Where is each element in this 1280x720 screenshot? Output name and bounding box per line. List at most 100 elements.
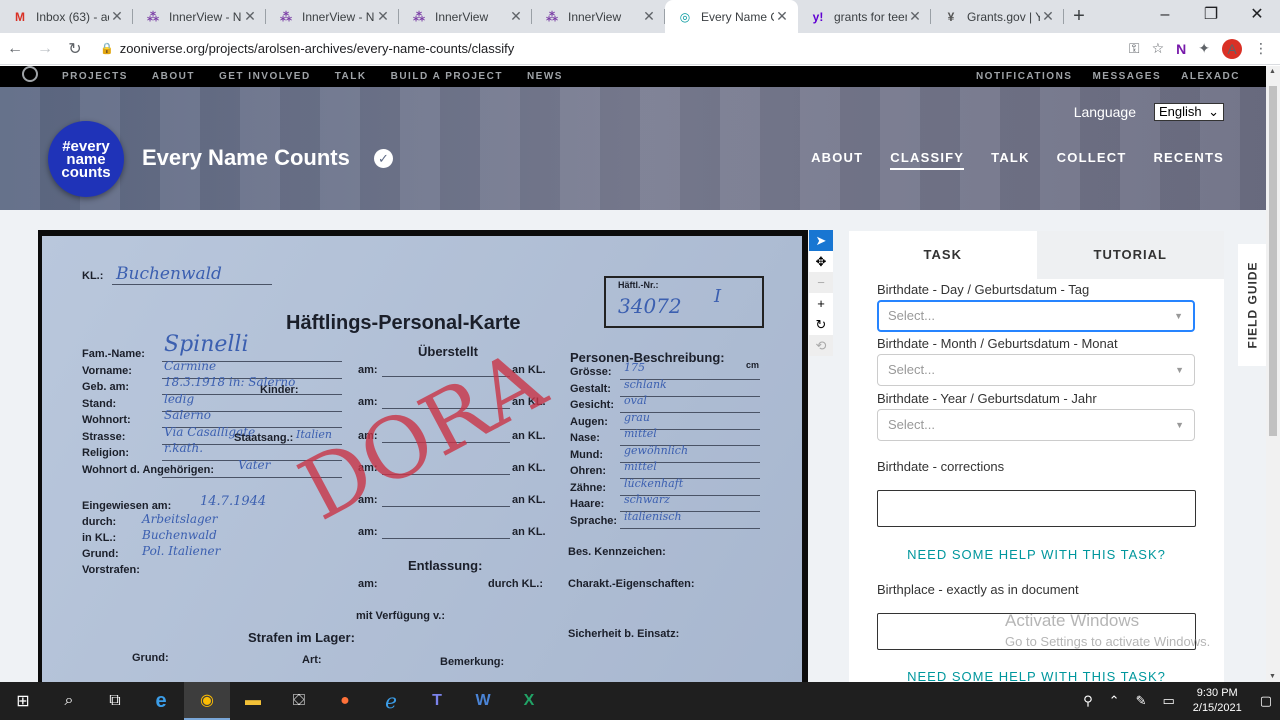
close-tab-icon[interactable]: ✕ — [774, 8, 790, 25]
notifications-icon[interactable]: ▢ — [1260, 693, 1272, 709]
internet-explorer-icon[interactable]: ℯ — [368, 682, 414, 720]
close-tab-icon[interactable]: ✕ — [508, 8, 524, 25]
file-explorer-icon[interactable]: ▬ — [230, 682, 276, 720]
card-field-label: Wohnort: — [82, 414, 131, 426]
address-bar[interactable]: 🔒 zooniverse.org/projects/arolsen-archiv… — [100, 35, 1129, 63]
extensions-icon[interactable]: ✦ — [1198, 40, 1210, 57]
pen-icon[interactable]: ✎ — [1136, 693, 1147, 709]
search-icon[interactable]: ⌕ — [46, 682, 92, 720]
close-tab-icon[interactable]: ✕ — [109, 8, 125, 25]
store-icon[interactable]: ⛋ — [276, 682, 322, 720]
task-view-icon[interactable]: ⧉ — [92, 682, 138, 720]
zooniverse-nav-link[interactable]: PROJECTS — [62, 71, 128, 82]
zoom-out-icon[interactable]: − — [809, 272, 833, 293]
close-window-icon[interactable]: ✕ — [1234, 0, 1280, 30]
new-tab-button[interactable]: + — [1064, 0, 1094, 33]
maximize-icon[interactable]: ❐ — [1188, 0, 1234, 30]
firefox-icon[interactable]: ● — [322, 682, 368, 720]
clock[interactable]: 9:30 PM 2/15/2021 — [1193, 686, 1242, 716]
card-field-value: Spinelli — [164, 332, 249, 357]
browser-tab[interactable]: M Inbox (63) - ad ✕ — [0, 0, 133, 33]
card-field-value: mittel — [624, 460, 657, 473]
close-tab-icon[interactable]: ✕ — [1040, 8, 1056, 25]
help-link[interactable]: NEED SOME HELP WITH THIS TASK? — [849, 669, 1224, 682]
project-nav-about[interactable]: ABOUT — [811, 150, 863, 170]
zooniverse-nav-link[interactable]: ALEXADC — [1181, 71, 1240, 82]
teams-icon[interactable]: T — [414, 682, 460, 720]
zooniverse-nav-link[interactable]: NEWS — [527, 71, 563, 82]
browser-tab[interactable]: ⁂ InnerView - Na ✕ — [266, 0, 399, 33]
tab-tutorial[interactable]: TUTORIAL — [1036, 231, 1224, 279]
forward-icon[interactable]: → — [30, 40, 60, 58]
key-icon[interactable]: ⚿ — [1129, 40, 1140, 57]
birthdate-month-select[interactable]: Select... ▼ — [877, 354, 1195, 386]
browser-tab[interactable]: ⁂ InnerView - Na ✕ — [133, 0, 266, 33]
zooniverse-nav-link[interactable]: BUILD A PROJECT — [391, 71, 503, 82]
windows-start-icon[interactable]: ⊞ — [0, 682, 46, 720]
activate-windows-watermark: Activate Windows Go to Settings to activ… — [1005, 611, 1211, 649]
close-tab-icon[interactable]: ✕ — [375, 8, 391, 25]
edge-icon[interactable]: e — [138, 682, 184, 720]
project-nav-classify[interactable]: CLASSIFY — [890, 150, 965, 170]
card-field-value: grau — [624, 410, 650, 424]
project-nav-collect[interactable]: COLLECT — [1057, 150, 1127, 170]
scroll-down-icon[interactable]: ▼ — [1269, 673, 1276, 680]
reload-icon[interactable]: ↻ — [60, 39, 90, 59]
word-icon[interactable]: W — [460, 682, 506, 720]
minimize-icon[interactable]: – — [1142, 0, 1188, 30]
card-field-label: Ohren: — [570, 465, 607, 477]
scrollbar-thumb[interactable] — [1269, 86, 1277, 436]
reset-icon[interactable]: ⟲ — [809, 335, 833, 356]
browser-tab[interactable]: ⁂ InnerView ✕ — [399, 0, 532, 33]
birthdate-year-select[interactable]: Select... ▼ — [877, 409, 1195, 441]
browser-tab[interactable]: ⁂ InnerView ✕ — [532, 0, 665, 33]
excel-icon[interactable]: X — [506, 682, 552, 720]
project-nav-talk[interactable]: TALK — [991, 150, 1030, 170]
zooniverse-logo-icon[interactable] — [22, 66, 38, 82]
close-tab-icon[interactable]: ✕ — [641, 8, 657, 25]
card-field-label: Augen: — [570, 415, 608, 428]
onenote-icon[interactable]: N — [1176, 41, 1186, 57]
help-link[interactable]: NEED SOME HELP WITH THIS TASK? — [849, 547, 1224, 562]
subject-viewer[interactable]: KL.: Buchenwald Häftl.-Nr.: 34072 I Häft… — [38, 230, 808, 682]
project-nav-recents[interactable]: RECENTS — [1153, 150, 1224, 170]
project-title[interactable]: Every Name Counts — [142, 145, 350, 171]
tab-task[interactable]: TASK — [849, 231, 1037, 279]
zooniverse-nav-link[interactable]: TALK — [335, 71, 367, 82]
rotate-icon[interactable]: ↻ — [809, 314, 833, 335]
page-viewport: PROJECTS ABOUT GET INVOLVED TALK BUILD A PRO… — [0, 66, 1266, 682]
zoom-in-icon[interactable]: + — [809, 293, 833, 314]
scroll-up-icon[interactable]: ▲ — [1269, 68, 1276, 75]
back-icon[interactable]: ← — [0, 40, 30, 58]
prisoner-card-image[interactable]: KL.: Buchenwald Häftl.-Nr.: 34072 I Häft… — [42, 236, 802, 682]
task-tabs: TASK TUTORIAL — [849, 231, 1224, 279]
language-select[interactable]: English ⌄ — [1154, 103, 1224, 121]
zooniverse-nav-link[interactable]: MESSAGES — [1092, 71, 1161, 82]
project-logo[interactable]: #every name counts — [48, 121, 124, 197]
zooniverse-nav-link[interactable]: ABOUT — [152, 71, 195, 82]
zooniverse-nav-link[interactable]: GET INVOLVED — [219, 71, 311, 82]
chrome-icon[interactable]: ◉ — [184, 682, 230, 720]
gmail-icon: M — [15, 9, 25, 24]
browser-tab[interactable]: ◎ Every Name C ✕ — [665, 0, 798, 33]
network-icon[interactable]: ▭ — [1162, 693, 1174, 709]
birthdate-corrections-textarea[interactable] — [877, 490, 1196, 527]
pointer-icon[interactable]: ➤ — [809, 230, 833, 251]
browser-tab[interactable]: ¥ Grants.gov | Yo ✕ — [931, 0, 1064, 33]
bookmark-star-icon[interactable]: ☆ — [1152, 40, 1165, 57]
page-scrollbar[interactable]: ▲ ▼ — [1266, 66, 1280, 682]
card-field-label: Grösse: — [570, 366, 612, 378]
card-title: Häftlings-Personal-Karte — [286, 312, 521, 334]
tray-chevron-icon[interactable]: ⌃ — [1109, 693, 1120, 709]
profile-avatar[interactable]: A — [1222, 38, 1242, 59]
close-tab-icon[interactable]: ✕ — [242, 8, 258, 25]
move-icon[interactable]: ✥ — [809, 251, 833, 272]
yahoo-icon: y! — [812, 9, 824, 24]
menu-icon[interactable]: ⋮ — [1254, 40, 1268, 57]
close-tab-icon[interactable]: ✕ — [907, 8, 923, 25]
field-guide-button[interactable]: FIELD GUIDE — [1238, 244, 1266, 366]
browser-tab[interactable]: y! grants for teen ✕ — [798, 0, 931, 33]
zooniverse-nav-link[interactable]: NOTIFICATIONS — [976, 71, 1073, 82]
birthdate-day-select[interactable]: Select... ▼ — [877, 300, 1195, 332]
people-icon[interactable]: ⚲ — [1083, 693, 1093, 709]
